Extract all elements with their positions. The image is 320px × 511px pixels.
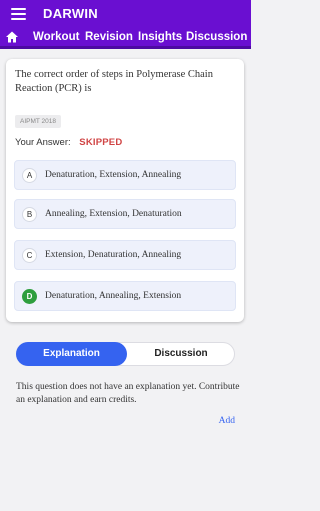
option-text: Denaturation, Extension, Annealing — [45, 170, 182, 180]
correct-option-letter: D — [22, 289, 37, 304]
option-letter: A — [22, 168, 37, 183]
tab-discussion[interactable]: Discussion — [127, 342, 235, 366]
tab-explanation[interactable]: Explanation — [16, 342, 127, 366]
explanation-empty-text: This question does not have an explanati… — [16, 382, 240, 405]
option-text: Extension, Denaturation, Annealing — [45, 250, 182, 260]
main-nav: Workout Revision Insights Discussion — [0, 27, 251, 49]
option-d[interactable]: D Denaturation, Annealing, Extension — [14, 281, 236, 311]
add-explanation-link[interactable]: Add — [219, 416, 235, 426]
option-a[interactable]: A Denaturation, Extension, Annealing — [14, 160, 236, 190]
nav-item-insights[interactable]: Insights — [138, 31, 182, 43]
your-answer-row: Your Answer: SKIPPED — [15, 137, 122, 148]
question-text: The correct order of steps in Polymerase… — [15, 69, 213, 94]
home-icon[interactable] — [5, 30, 19, 44]
nav-item-workout[interactable]: Workout — [33, 31, 79, 43]
active-tab-indicator — [3, 47, 18, 49]
option-letter: C — [22, 248, 37, 263]
exam-tag: AIPMT 2018 — [15, 115, 62, 128]
your-answer-label: Your Answer: — [15, 137, 71, 148]
explanation-discussion-tabs: Explanation Discussion — [16, 342, 235, 366]
app-title: DARWIN — [43, 6, 98, 21]
menu-icon[interactable] — [11, 8, 26, 20]
option-letter: B — [22, 207, 37, 222]
option-c[interactable]: C Extension, Denaturation, Annealing — [14, 240, 236, 270]
answer-status: SKIPPED — [79, 137, 123, 148]
option-text: Denaturation, Annealing, Extension — [45, 291, 182, 301]
question-card: The correct order of steps in Polymerase… — [6, 59, 244, 322]
nav-item-discussion[interactable]: Discussion — [186, 31, 247, 43]
app-header: DARWIN — [0, 0, 251, 27]
option-text: Annealing, Extension, Denaturation — [45, 209, 182, 219]
option-b[interactable]: B Annealing, Extension, Denaturation — [14, 199, 236, 229]
nav-item-revision[interactable]: Revision — [85, 31, 133, 43]
